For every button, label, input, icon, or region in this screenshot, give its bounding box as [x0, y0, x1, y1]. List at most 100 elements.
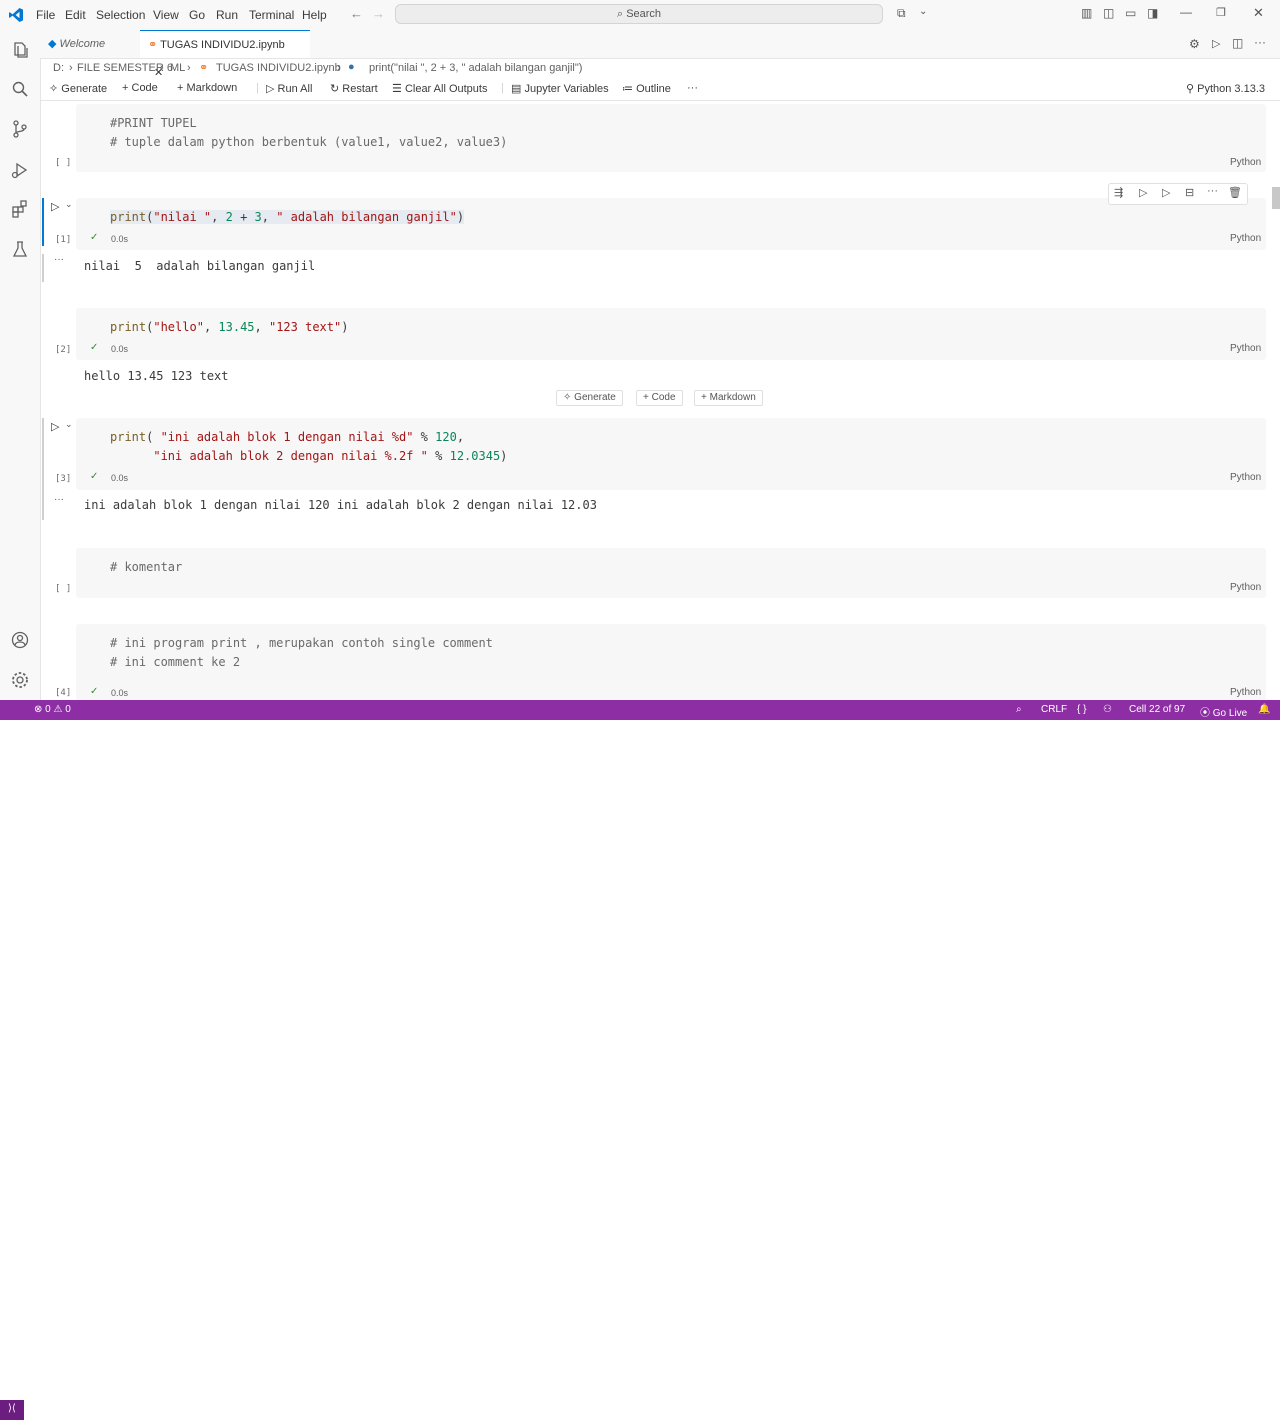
restore-icon[interactable]: ❐	[1216, 6, 1226, 19]
copilot-status-icon[interactable]: ⚇	[1103, 704, 1112, 715]
generate-button[interactable]: ✧ Generate	[49, 82, 107, 95]
menu-terminal[interactable]: Terminal	[249, 8, 294, 22]
cell-language[interactable]: Python	[1230, 687, 1261, 698]
cell-toolbar: ⇶ ▷ ▷ ⊟ ··· 🗑	[1108, 183, 1248, 205]
code-cell[interactable]	[76, 308, 1266, 360]
testing-icon[interactable]	[10, 239, 30, 259]
breadcrumb-cell[interactable]: print("nilai ", 2 + 3, " adalah bilangan…	[369, 62, 582, 74]
cell-language[interactable]: Python	[1230, 233, 1261, 244]
run-above-icon[interactable]: ⇶	[1114, 186, 1123, 199]
insert-markdown-label: Markdown	[709, 392, 756, 403]
menu-view[interactable]: View	[153, 8, 179, 22]
sparkle-icon: ✧	[563, 392, 572, 403]
run-icon[interactable]: ▷	[1212, 37, 1220, 50]
breadcrumb-folder[interactable]: FILE SEMESTER 6	[77, 62, 173, 74]
breadcrumb-ml[interactable]: ML	[170, 62, 185, 74]
menu-go[interactable]: Go	[189, 8, 205, 22]
notifications-bell-icon[interactable]: 🔔	[1258, 704, 1270, 715]
active-cell-indicator	[42, 198, 44, 246]
breadcrumb-separator-icon: ›	[69, 62, 73, 74]
output-indicator	[42, 254, 44, 282]
run-options-chevron-icon[interactable]: ⌄	[65, 199, 73, 210]
tab-tugas-individu2[interactable]: ⚭ TUGAS INDIVIDU2.ipynb ✕	[140, 30, 310, 79]
account-icon[interactable]	[10, 630, 30, 650]
execution-time: 0.0s	[111, 234, 129, 244]
minimize-icon[interactable]: —	[1180, 5, 1192, 19]
toggle-panel-icon[interactable]: ▭	[1125, 6, 1136, 20]
cell-language[interactable]: Python	[1230, 343, 1261, 354]
zoom-icon[interactable]: ⌕	[1016, 704, 1022, 715]
check-icon: ✓	[90, 471, 99, 482]
cell-more-icon[interactable]: ···	[1207, 185, 1218, 197]
tab-tugas-label: TUGAS INDIVIDU2.ipynb	[160, 39, 285, 51]
check-icon: ✓	[90, 342, 99, 353]
go-live-button[interactable]: ⦿ Go Live	[1200, 704, 1247, 719]
split-editor-icon[interactable]: ◫	[1232, 36, 1243, 50]
eol-indicator[interactable]: CRLF	[1041, 704, 1067, 715]
forward-arrow-icon[interactable]: →	[372, 6, 385, 21]
code-cell[interactable]	[76, 198, 1266, 250]
search-icon[interactable]	[10, 79, 30, 99]
insert-markdown-button[interactable]: + Markdown	[694, 390, 763, 406]
markdown-label: Markdown	[186, 82, 238, 94]
cell-position[interactable]: Cell 22 of 97	[1129, 704, 1185, 715]
notebook-toolbar: ✧ Generate + Code + Markdown | ▷ Run All…	[40, 78, 1280, 101]
breadcrumb-drive[interactable]: D:	[53, 62, 64, 74]
menu-help[interactable]: Help	[302, 8, 327, 22]
add-markdown-button[interactable]: + Markdown	[177, 82, 237, 94]
remote-indicator[interactable]: ⟩⟨	[0, 1400, 24, 1420]
outline-button[interactable]: ≔ Outline	[622, 82, 671, 95]
scrollbar-thumb[interactable]	[1272, 187, 1280, 209]
output-more-icon[interactable]: ···	[54, 494, 64, 505]
customize-layout-icon[interactable]: ▥	[1081, 6, 1092, 20]
gear-icon[interactable]: ⚙	[1189, 37, 1200, 51]
add-code-button[interactable]: + Code	[122, 82, 158, 94]
back-arrow-icon[interactable]: ←	[350, 6, 363, 21]
plus-icon: +	[643, 392, 649, 403]
search-box[interactable]: ⌕ Search	[395, 4, 883, 24]
outline-icon: ≔	[622, 83, 633, 95]
cell-language[interactable]: Python	[1230, 582, 1261, 593]
explorer-icon[interactable]	[10, 40, 30, 60]
menu-selection[interactable]: Selection	[96, 8, 145, 22]
copilot-icon[interactable]: ⧉	[897, 6, 906, 21]
run-options-chevron-icon[interactable]: ⌄	[65, 419, 73, 430]
menu-file[interactable]: File	[36, 8, 55, 22]
breadcrumb-separator-icon: ›	[160, 62, 164, 74]
run-all-button[interactable]: ▷ Run All	[266, 82, 312, 95]
menu-run[interactable]: Run	[216, 8, 238, 22]
execution-count: [2]	[55, 345, 72, 355]
delete-cell-icon[interactable]: 🗑	[1228, 186, 1242, 199]
cell-language[interactable]: Python	[1230, 157, 1261, 168]
insert-generate-button[interactable]: ✧ Generate	[556, 390, 623, 406]
check-icon: ✓	[90, 686, 99, 697]
insert-code-button[interactable]: + Code	[636, 390, 683, 406]
toggle-sidebar-icon[interactable]: ◫	[1103, 6, 1114, 20]
menu-edit[interactable]: Edit	[65, 8, 86, 22]
problems-indicator[interactable]: ⊗ 0 ⚠ 0	[34, 704, 71, 715]
close-window-icon[interactable]: ✕	[1253, 5, 1264, 21]
cell-language[interactable]: Python	[1230, 472, 1261, 483]
chevron-down-icon[interactable]: ⌄	[919, 6, 927, 17]
code-cell[interactable]	[76, 548, 1266, 598]
clear-all-outputs-button[interactable]: ☰ Clear All Outputs	[392, 82, 487, 95]
run-cell-icon[interactable]: ▷	[51, 200, 59, 213]
run-cell-icon[interactable]: ▷	[51, 420, 59, 433]
run-debug-icon[interactable]	[10, 160, 30, 180]
toolbar-more-button[interactable]: ···	[687, 82, 698, 94]
restart-button[interactable]: ↻ Restart	[330, 82, 378, 95]
breadcrumb-file[interactable]: TUGAS INDIVIDU2.ipynb	[216, 62, 341, 74]
kernel-picker[interactable]: ⚲ Python 3.13.3	[1186, 82, 1265, 95]
run-below-icon[interactable]: ▷	[1162, 186, 1170, 199]
jupyter-variables-button[interactable]: ▤ Jupyter Variables	[511, 82, 609, 95]
extensions-icon[interactable]	[10, 199, 30, 219]
tab-welcome[interactable]: ◆ Welcome	[40, 30, 140, 58]
output-more-icon[interactable]: ···	[54, 254, 64, 265]
manage-gear-icon[interactable]	[10, 670, 30, 690]
language-mode-braces[interactable]: { }	[1077, 704, 1086, 715]
split-cell-icon[interactable]: ⊟	[1185, 186, 1194, 199]
more-actions-icon[interactable]: ···	[1254, 35, 1266, 49]
run-by-line-icon[interactable]: ▷	[1139, 186, 1147, 199]
toggle-secondary-sidebar-icon[interactable]: ◨	[1147, 6, 1158, 20]
source-control-icon[interactable]	[10, 119, 30, 139]
